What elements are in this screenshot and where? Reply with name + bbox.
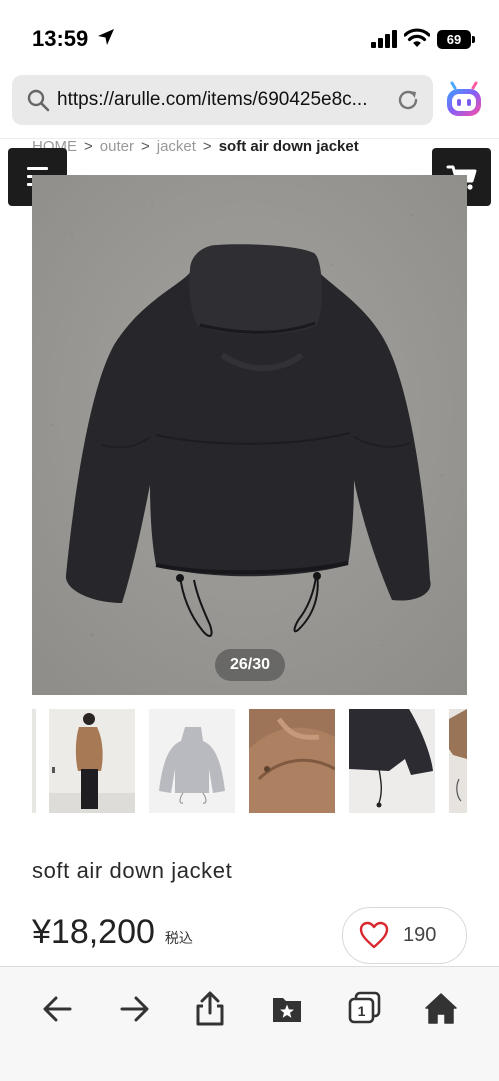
wifi-icon	[404, 28, 430, 47]
tax-label: 税込	[164, 930, 193, 946]
breadcrumb-outer[interactable]: outer	[100, 138, 134, 155]
breadcrumb-jacket[interactable]: jacket	[157, 138, 196, 155]
favorite-button[interactable]: 190	[342, 907, 467, 964]
browser-toolbar: 1	[0, 966, 499, 1081]
chevron-right-icon: >	[84, 138, 93, 155]
thumbnail[interactable]	[249, 709, 335, 813]
location-arrow-icon	[98, 29, 114, 45]
thumbnail[interactable]	[49, 709, 135, 813]
thumbnail[interactable]	[349, 709, 435, 813]
price-value: ¥18,200	[32, 913, 155, 951]
back-arrow-icon[interactable]	[38, 989, 78, 1029]
url-text[interactable]: https://arulle.com/items/690425e8c...	[57, 89, 368, 111]
status-bar: 13:59 69	[0, 0, 499, 74]
tabs-icon[interactable]: 1	[344, 989, 384, 1029]
product-title: soft air down jacket	[32, 858, 233, 883]
bookmarks-icon[interactable]	[267, 989, 307, 1029]
share-icon[interactable]	[190, 989, 230, 1029]
search-icon	[27, 89, 50, 112]
thumbnail[interactable]	[32, 709, 36, 813]
forward-arrow-icon[interactable]	[114, 989, 154, 1029]
reload-icon[interactable]	[396, 88, 420, 112]
heart-icon	[359, 921, 389, 949]
chevron-right-icon: >	[140, 138, 150, 155]
image-counter: 26/30	[215, 649, 285, 681]
product-price: ¥18,200 税込	[32, 913, 193, 952]
battery-icon: 69	[437, 30, 475, 49]
thumbnail-strip	[32, 709, 467, 813]
status-time: 13:59	[32, 26, 89, 51]
chevron-right-icon: >	[202, 138, 212, 155]
home-icon[interactable]	[421, 989, 461, 1029]
address-bar[interactable]: https://arulle.com/items/690425e8c...	[12, 75, 433, 125]
extension-icon[interactable]	[444, 80, 484, 120]
breadcrumb-current: soft air down jacket	[218, 138, 359, 155]
favorite-count: 190	[403, 924, 437, 946]
breadcrumb: HOME > outer > jacket > soft air down jacket	[32, 138, 359, 156]
product-main-image[interactable]	[32, 175, 467, 695]
tabs-count: 1	[358, 1003, 366, 1019]
thumbnail[interactable]	[449, 709, 467, 813]
cellular-signal-icon	[371, 30, 399, 48]
thumbnail[interactable]	[149, 709, 235, 813]
